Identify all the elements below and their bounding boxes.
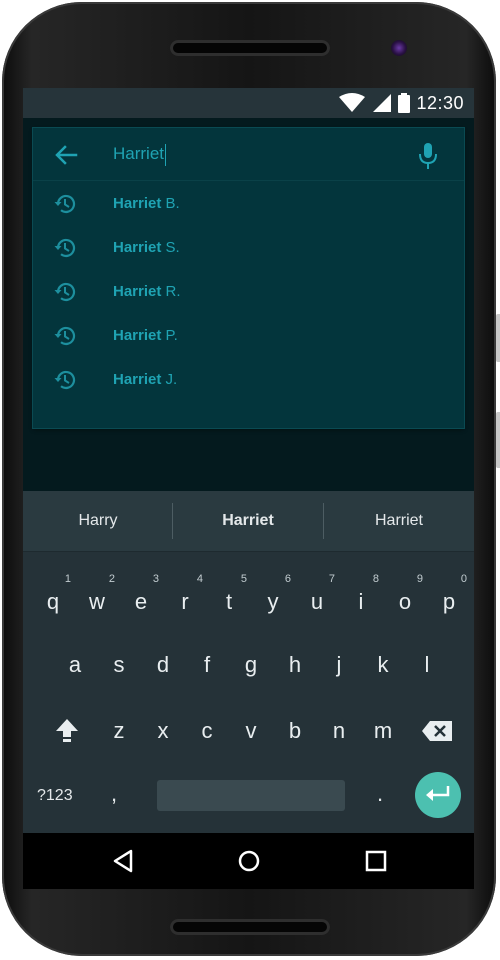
suggestion-item[interactable]: Harriet P. [33,314,464,358]
key[interactable]: a [53,637,97,693]
prediction-left[interactable]: Harry [23,491,173,551]
keyboard: Harry Harriet Harriet q1 w2 e3 r4 t5 y6 … [23,491,474,833]
key[interactable]: t5 [207,573,251,630]
shift-key[interactable] [45,701,89,757]
screen: 12:30 Harriet Harriet B. Harriet S. Harr… [23,88,474,833]
history-icon [54,238,76,258]
microphone-icon[interactable] [417,142,439,170]
period-key[interactable]: . [377,781,383,807]
key[interactable]: y6 [251,573,295,630]
earpiece-speaker [170,40,330,56]
prediction-center[interactable]: Harriet [173,491,323,551]
navigation-bar [23,833,474,889]
key[interactable]: j [317,637,361,693]
key[interactable]: q1 [31,573,75,630]
symbols-key[interactable]: ?123 [37,787,73,805]
search-panel: Harriet Harriet B. Harriet S. Harriet R.… [33,128,464,428]
key[interactable]: d [141,637,185,693]
history-icon [54,282,76,302]
key[interactable]: p0 [427,573,471,630]
key[interactable]: e3 [119,573,163,630]
backspace-key[interactable] [415,703,459,759]
comma-key[interactable]: , [111,781,117,807]
suggestion-label: Harriet R. [113,283,181,300]
key[interactable]: k [361,637,405,693]
suggestion-label: Harriet J. [113,371,178,388]
search-query: Harriet [113,144,165,163]
recents-square-icon[interactable] [363,848,389,874]
front-camera [391,40,407,56]
key[interactable]: n [317,703,361,759]
backspace-icon [422,721,452,741]
search-bar: Harriet [33,128,464,181]
battery-icon [398,93,411,113]
shift-icon[interactable] [53,805,77,831]
key[interactable]: v [229,703,273,759]
key[interactable]: z [97,703,141,759]
key[interactable]: f [185,637,229,693]
key[interactable]: h [273,637,317,693]
suggestion-item[interactable]: Harriet J. [33,358,464,402]
status-time: 12:30 [416,92,464,113]
suggestion-strip: Harry Harriet Harriet [23,491,474,552]
suggestion-item[interactable]: Harriet S. [33,226,464,270]
home-circle-icon[interactable] [236,848,262,874]
enter-icon [426,786,450,801]
suggestion-label: Harriet B. [113,195,180,212]
bottom-speaker [170,919,330,935]
suggestion-label: Harriet S. [113,239,180,256]
suggestion-label: Harriet P. [113,327,178,344]
key[interactable]: o9 [383,573,427,630]
status-bar: 12:30 [23,88,474,118]
suggestion-item[interactable]: Harriet R. [33,270,464,314]
prediction-right[interactable]: Harriet [324,491,474,551]
key[interactable]: g [229,637,273,693]
signal-icon [373,94,392,112]
key[interactable]: b [273,703,317,759]
history-icon [54,194,76,214]
key[interactable]: r4 [163,573,207,630]
power-button [496,412,500,468]
key[interactable]: i8 [339,573,383,630]
suggestion-item[interactable]: Harriet B. [33,182,464,226]
shift-arrow-icon [56,719,78,742]
key[interactable]: x [141,703,185,759]
volume-button [496,314,500,362]
key[interactable]: l [405,637,449,693]
history-icon [54,370,76,390]
text-caret [165,143,167,166]
key[interactable]: c [185,703,229,759]
wifi-icon [339,93,366,112]
back-triangle-icon[interactable] [111,848,137,874]
space-bar[interactable] [157,780,345,811]
history-icon [54,326,76,346]
key[interactable]: w2 [75,573,119,630]
enter-key[interactable] [415,772,461,818]
key[interactable]: m [361,703,405,759]
key[interactable]: u7 [295,573,339,630]
search-input[interactable]: Harriet [113,142,167,166]
arrow-back-icon[interactable] [53,142,79,168]
key[interactable]: s [97,637,141,693]
